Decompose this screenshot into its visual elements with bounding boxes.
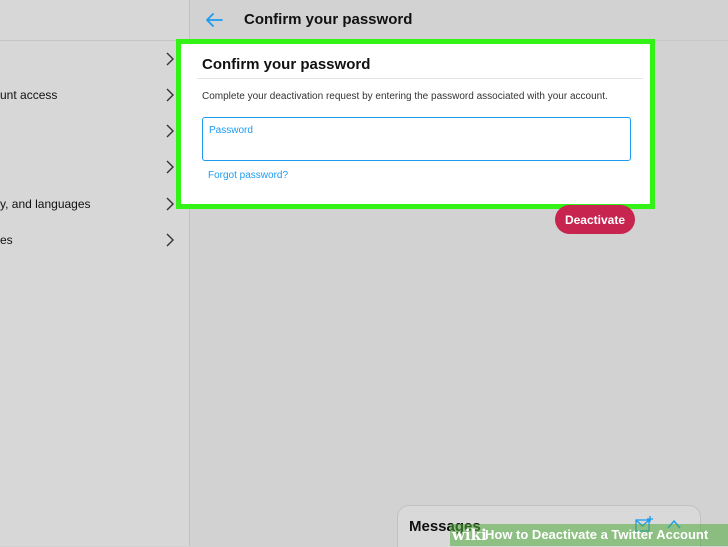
confirm-password-card: Confirm your password Complete your deac… [176, 39, 655, 209]
chevron-right-icon [166, 160, 174, 174]
sidebar-divider [0, 40, 189, 41]
chevron-right-icon [166, 88, 174, 102]
sidebar-item-label: unt access [0, 88, 58, 102]
sidebar-item-privacy[interactable] [0, 152, 189, 182]
sidebar-item-account-access[interactable]: unt access [0, 80, 189, 110]
back-arrow-icon[interactable] [204, 11, 224, 29]
card-description: Complete your deactivation request by en… [202, 91, 608, 102]
sidebar-item-account-info[interactable] [0, 44, 189, 74]
settings-sidebar: unt access y, and languages es [0, 0, 190, 546]
chevron-right-icon [166, 52, 174, 66]
sidebar-item-resources[interactable]: es [0, 225, 189, 255]
sidebar-item-label: y, and languages [0, 197, 91, 211]
chevron-right-icon [166, 197, 174, 211]
deactivate-button[interactable]: Deactivate [555, 205, 635, 234]
sidebar-item-label: es [0, 233, 13, 247]
card-divider [197, 78, 643, 79]
wikihow-watermark: wiki How to Deactivate a Twitter Account [450, 524, 728, 546]
card-title: Confirm your password [202, 56, 371, 73]
password-field[interactable]: Password [202, 117, 631, 161]
chevron-right-icon [166, 124, 174, 138]
forgot-password-link[interactable]: Forgot password? [208, 170, 288, 181]
sidebar-item-display-languages[interactable]: y, and languages [0, 189, 189, 219]
watermark-logo: wiki [452, 526, 487, 544]
sidebar-item-security[interactable] [0, 116, 189, 146]
page-title: Confirm your password [244, 11, 413, 28]
password-label: Password [209, 125, 253, 136]
chevron-right-icon [166, 233, 174, 247]
watermark-text: How to Deactivate a Twitter Account [485, 527, 709, 542]
